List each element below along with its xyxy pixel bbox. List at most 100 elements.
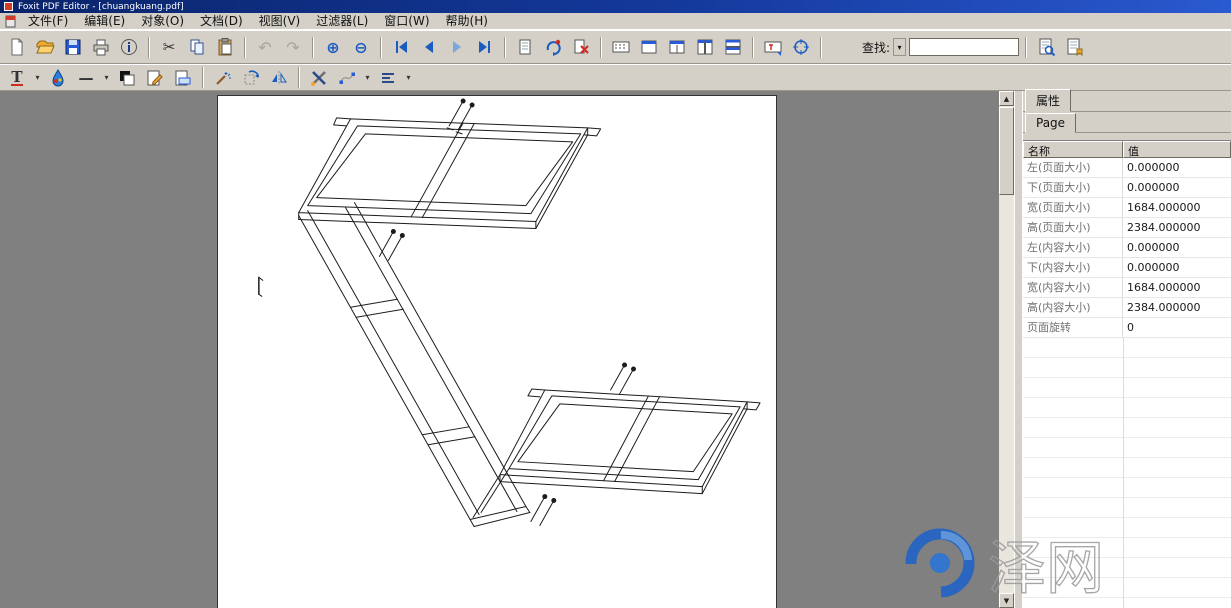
properties-panel: 属性 Page 名称 值 左(页面大小) 0.000000 下(页面大小) 0.… xyxy=(1022,91,1231,608)
tile-horizontal-button[interactable] xyxy=(720,35,746,60)
line-style-button[interactable]: — xyxy=(73,65,99,90)
find-label: 查找: xyxy=(862,39,890,56)
property-value[interactable]: 0.000000 xyxy=(1123,258,1231,278)
property-value[interactable]: 0.000000 xyxy=(1123,238,1231,258)
prev-page-button[interactable] xyxy=(416,35,442,60)
tile-vertical-button[interactable] xyxy=(692,35,718,60)
property-value[interactable]: 1684.000000 xyxy=(1123,278,1231,298)
magic-wand-button[interactable] xyxy=(210,65,236,90)
paste-clipboard-icon xyxy=(215,37,235,57)
edit-object-button[interactable] xyxy=(142,65,168,90)
tools-button[interactable] xyxy=(306,65,332,90)
tools-icon xyxy=(309,68,329,88)
open-button[interactable] xyxy=(32,35,58,60)
fit-width-button[interactable] xyxy=(664,35,690,60)
line-style-dropdown[interactable]: ▾ xyxy=(101,65,112,90)
scroll-up-button[interactable]: ▲ xyxy=(999,91,1014,106)
insert-page-button[interactable] xyxy=(540,35,566,60)
save-floppy-icon xyxy=(63,37,83,57)
property-value[interactable]: 2384.000000 xyxy=(1123,218,1231,238)
tab-properties[interactable]: 属性 xyxy=(1025,89,1071,112)
last-page-icon xyxy=(475,37,495,57)
menu-edit[interactable]: 编辑(E) xyxy=(77,13,132,29)
toolbar-separator xyxy=(752,37,754,58)
redo-button[interactable]: ↷ xyxy=(280,35,306,60)
page-thumbnails-button[interactable] xyxy=(512,35,538,60)
fill-style-button[interactable] xyxy=(114,65,140,90)
toolbar-separator xyxy=(380,37,382,58)
property-name: 宽(内容大小) xyxy=(1023,278,1123,298)
tab-page[interactable]: Page xyxy=(1025,113,1076,133)
menu-object[interactable]: 对象(O) xyxy=(134,13,191,29)
copy-button[interactable] xyxy=(184,35,210,60)
edit-form-button[interactable] xyxy=(170,65,196,90)
scrollbar-thumb[interactable] xyxy=(999,107,1014,195)
next-page-button[interactable] xyxy=(444,35,470,60)
color-picker-button[interactable] xyxy=(45,65,71,90)
keyboard-button[interactable] xyxy=(608,35,634,60)
menu-file[interactable]: 文件(F) xyxy=(21,13,75,29)
undo-icon: ↶ xyxy=(258,38,271,57)
last-page-button[interactable] xyxy=(472,35,498,60)
property-name: 下(内容大小) xyxy=(1023,258,1123,278)
zoom-out-button[interactable]: ⊖ xyxy=(348,35,374,60)
save-button[interactable] xyxy=(60,35,86,60)
vertical-scrollbar[interactable]: ▲ ▼ xyxy=(998,91,1014,608)
menu-help[interactable]: 帮助(H) xyxy=(439,13,495,29)
menu-document[interactable]: 文档(D) xyxy=(193,13,250,29)
cut-button[interactable]: ✂ xyxy=(156,35,182,60)
new-document-icon xyxy=(7,37,27,57)
node-edit-dropdown[interactable]: ▾ xyxy=(362,65,373,90)
mirror-object-button[interactable] xyxy=(266,65,292,90)
align-dropdown[interactable]: ▾ xyxy=(403,65,414,90)
add-text-field-button[interactable] xyxy=(760,35,786,60)
search-document-button[interactable] xyxy=(1033,35,1059,60)
app-icon xyxy=(4,2,13,11)
rotate-object-button[interactable] xyxy=(238,65,264,90)
scroll-down-button[interactable]: ▼ xyxy=(999,593,1014,608)
search-results-button[interactable] xyxy=(1061,35,1087,60)
print-button[interactable] xyxy=(88,35,114,60)
property-name: 宽(页面大小) xyxy=(1023,198,1123,218)
mirror-object-icon xyxy=(269,68,289,88)
document-properties-button[interactable] xyxy=(116,35,142,60)
text-tool-dropdown[interactable]: ▾ xyxy=(32,65,43,90)
title-bar: Foxit PDF Editor - [chuangkuang.pdf] xyxy=(0,0,1231,13)
property-row: 左(页面大小) 0.000000 xyxy=(1023,158,1231,178)
align-button[interactable] xyxy=(375,65,401,90)
property-value[interactable]: 0.000000 xyxy=(1123,158,1231,178)
delete-page-button[interactable] xyxy=(568,35,594,60)
cut-icon: ✂ xyxy=(163,38,176,56)
fit-page-button[interactable] xyxy=(636,35,662,60)
menu-view[interactable]: 视图(V) xyxy=(252,13,308,29)
pdf-page[interactable] xyxy=(217,95,777,608)
menu-bar: 文件(F) 编辑(E) 对象(O) 文档(D) 视图(V) 过滤器(L) 窗口(… xyxy=(0,13,1231,30)
menu-filter[interactable]: 过滤器(L) xyxy=(309,13,375,29)
node-edit-button[interactable] xyxy=(334,65,360,90)
property-row: 宽(内容大小) 1684.000000 xyxy=(1023,278,1231,298)
node-edit-icon xyxy=(337,68,357,88)
magic-wand-icon xyxy=(213,68,233,88)
properties-table-body: 左(页面大小) 0.000000 下(页面大小) 0.000000 宽(页面大小… xyxy=(1023,158,1231,608)
paste-button[interactable] xyxy=(212,35,238,60)
property-value[interactable]: 1684.000000 xyxy=(1123,198,1231,218)
fill-style-icon xyxy=(117,68,137,88)
menu-window[interactable]: 窗口(W) xyxy=(377,13,436,29)
printer-icon xyxy=(91,37,111,57)
property-value[interactable]: 0 xyxy=(1123,318,1231,338)
property-name: 页面旋转 xyxy=(1023,318,1123,338)
find-type-dropdown[interactable]: ▾ xyxy=(893,38,906,56)
new-document-button[interactable] xyxy=(4,35,30,60)
text-tool-button[interactable]: T xyxy=(4,65,30,90)
property-value[interactable]: 2384.000000 xyxy=(1123,298,1231,318)
target-select-button[interactable] xyxy=(788,35,814,60)
property-value[interactable]: 0.000000 xyxy=(1123,178,1231,198)
document-canvas[interactable] xyxy=(0,91,998,608)
zoom-in-button[interactable]: ⊕ xyxy=(320,35,346,60)
find-input[interactable] xyxy=(909,38,1019,56)
tile-vertical-icon xyxy=(695,37,715,57)
undo-button[interactable]: ↶ xyxy=(252,35,278,60)
property-name: 高(内容大小) xyxy=(1023,298,1123,318)
first-page-button[interactable] xyxy=(388,35,414,60)
panel-splitter[interactable] xyxy=(1014,91,1022,608)
